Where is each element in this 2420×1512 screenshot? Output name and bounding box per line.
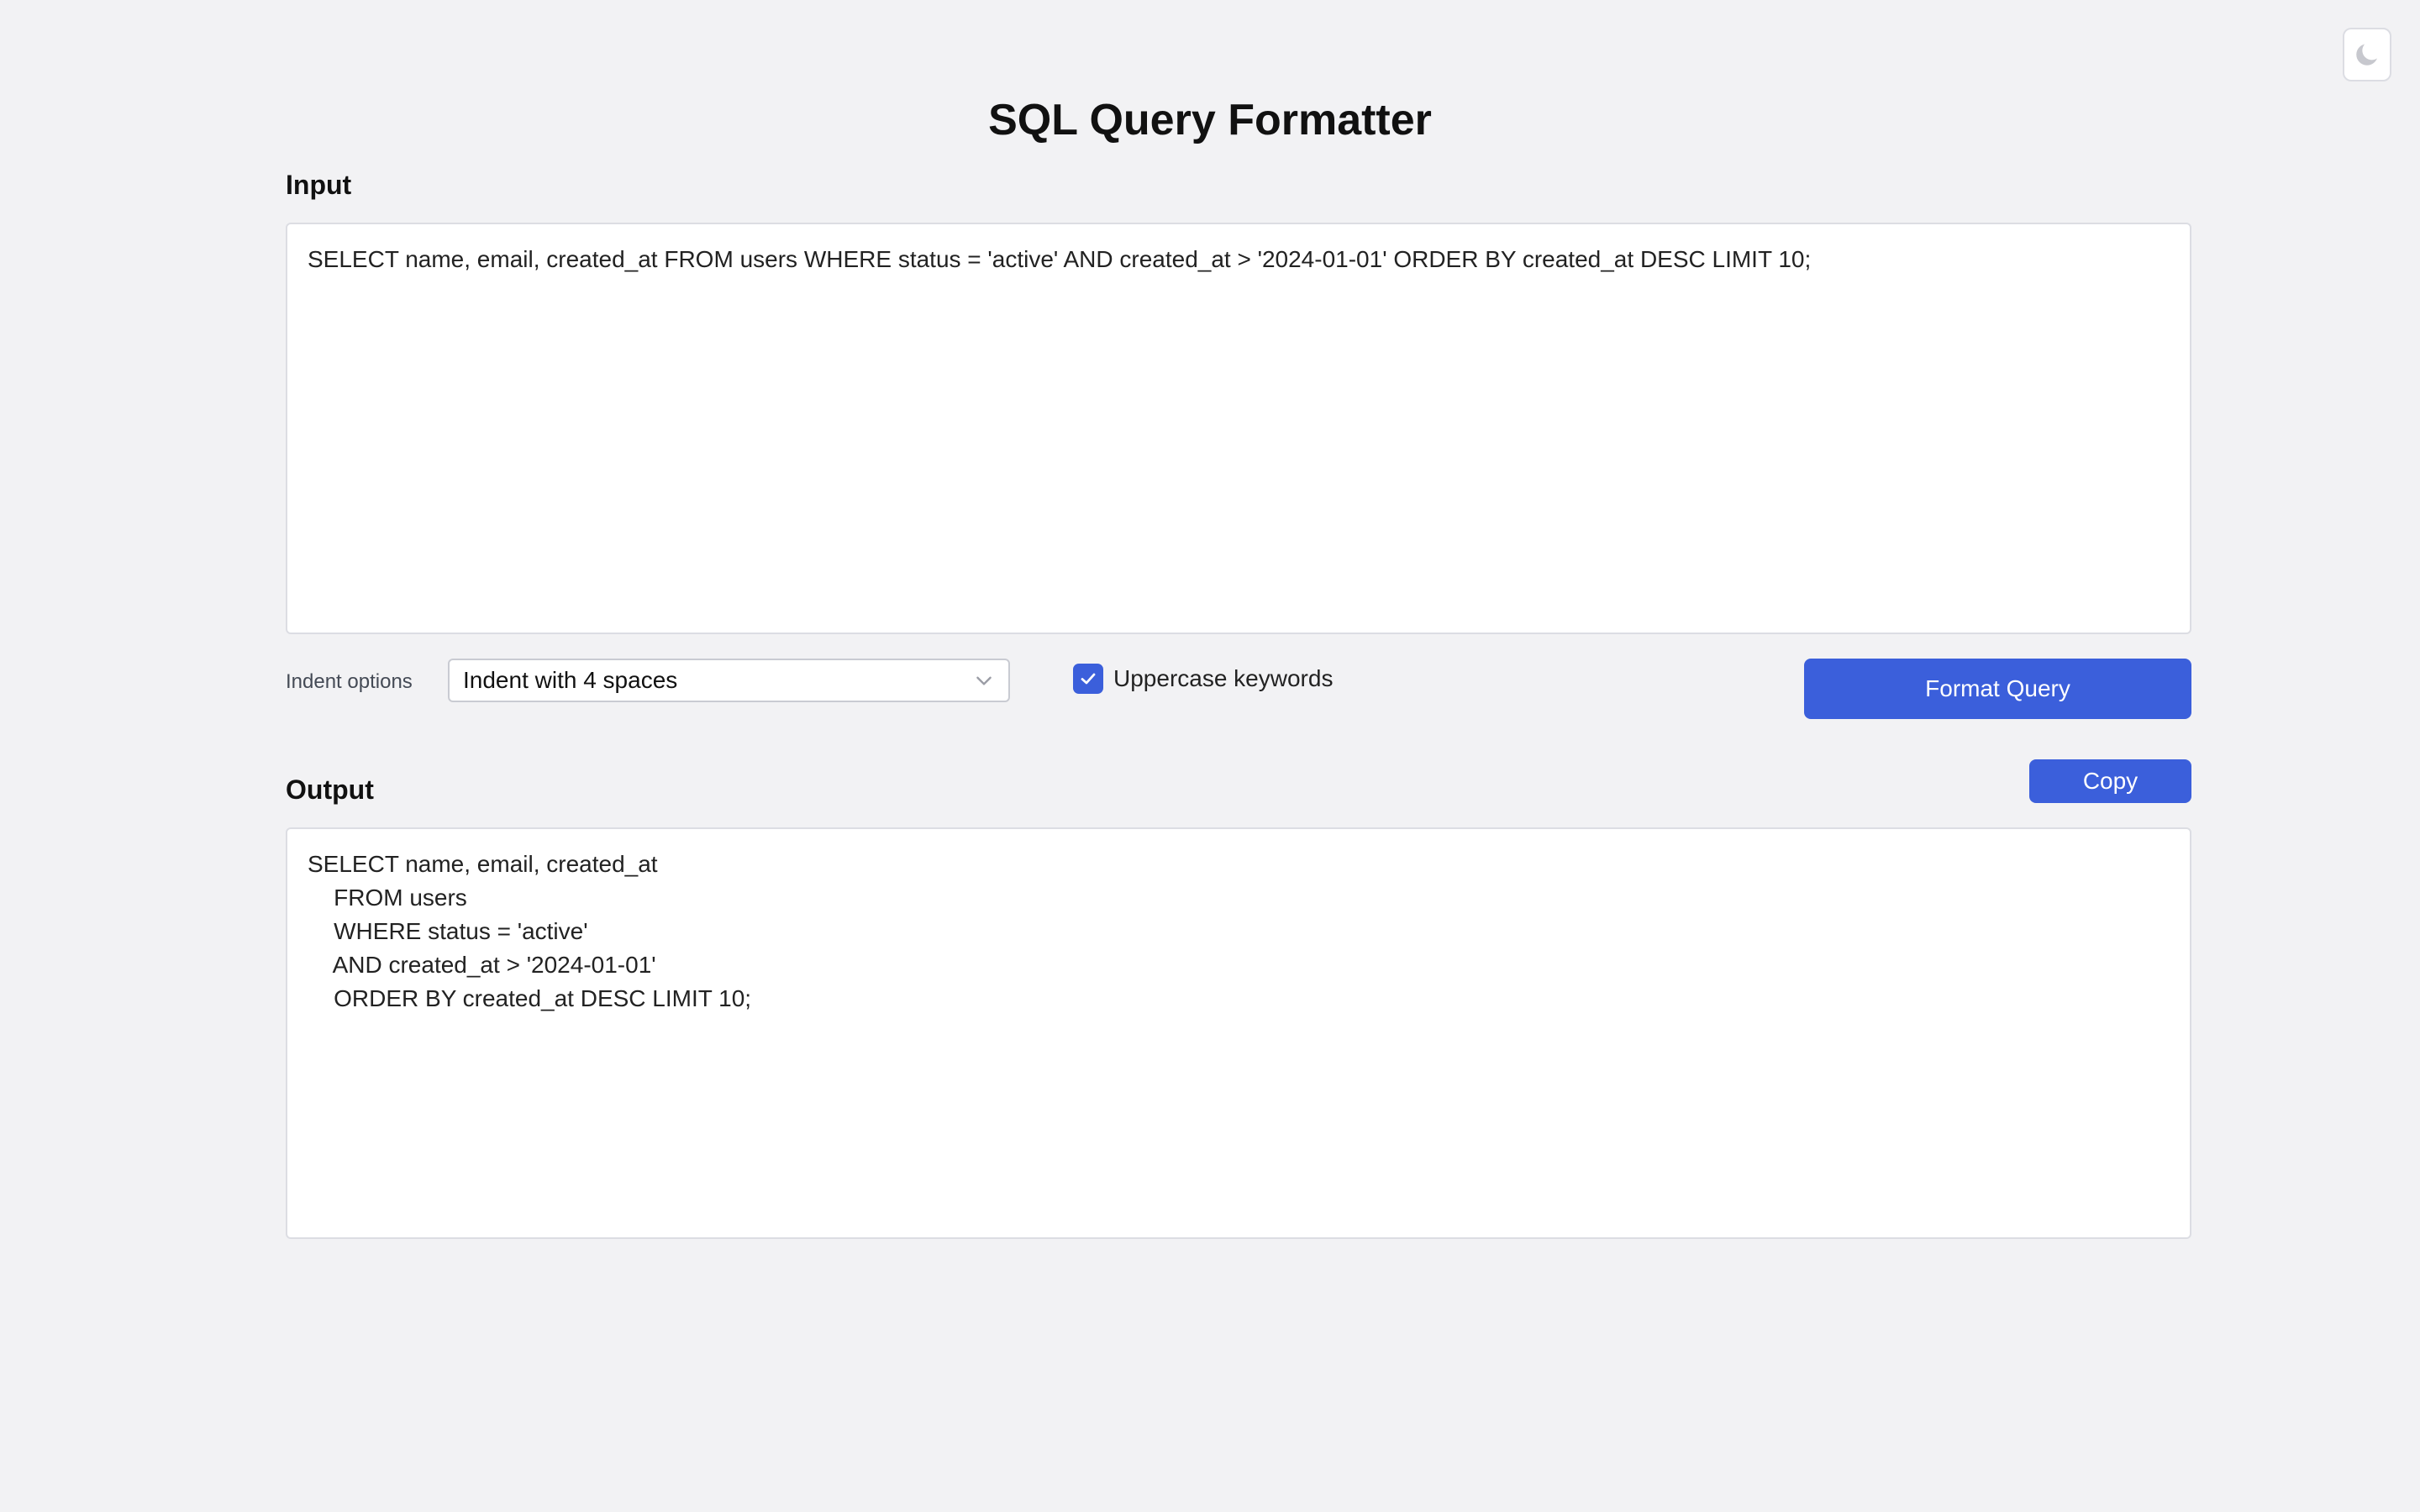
output-label: Output [286,774,374,805]
page-title: SQL Query Formatter [988,96,1432,144]
sql-input-textarea[interactable]: SELECT name, email, created_at FROM user… [286,223,2191,634]
uppercase-keywords-label: Uppercase keywords [1113,665,1334,691]
indent-options-select[interactable]: Indent with 4 spaces [448,659,1010,702]
input-label: Input [286,170,352,200]
format-query-button[interactable]: Format Query [1804,659,2191,719]
uppercase-keywords-toggle[interactable]: Uppercase keywords [1073,664,1333,694]
copy-button[interactable]: Copy [2029,759,2191,803]
moon-icon [2356,40,2381,66]
chevron-down-icon [976,676,992,685]
theme-toggle-button[interactable] [2343,28,2391,81]
checkmark-icon [1081,673,1096,685]
indent-options-label: Indent options [286,670,413,693]
indent-select-value: Indent with 4 spaces [463,667,678,693]
sql-output-textarea[interactable]: SELECT name, email, created_at FROM user… [286,827,2191,1239]
uppercase-keywords-checkbox[interactable] [1073,664,1103,694]
